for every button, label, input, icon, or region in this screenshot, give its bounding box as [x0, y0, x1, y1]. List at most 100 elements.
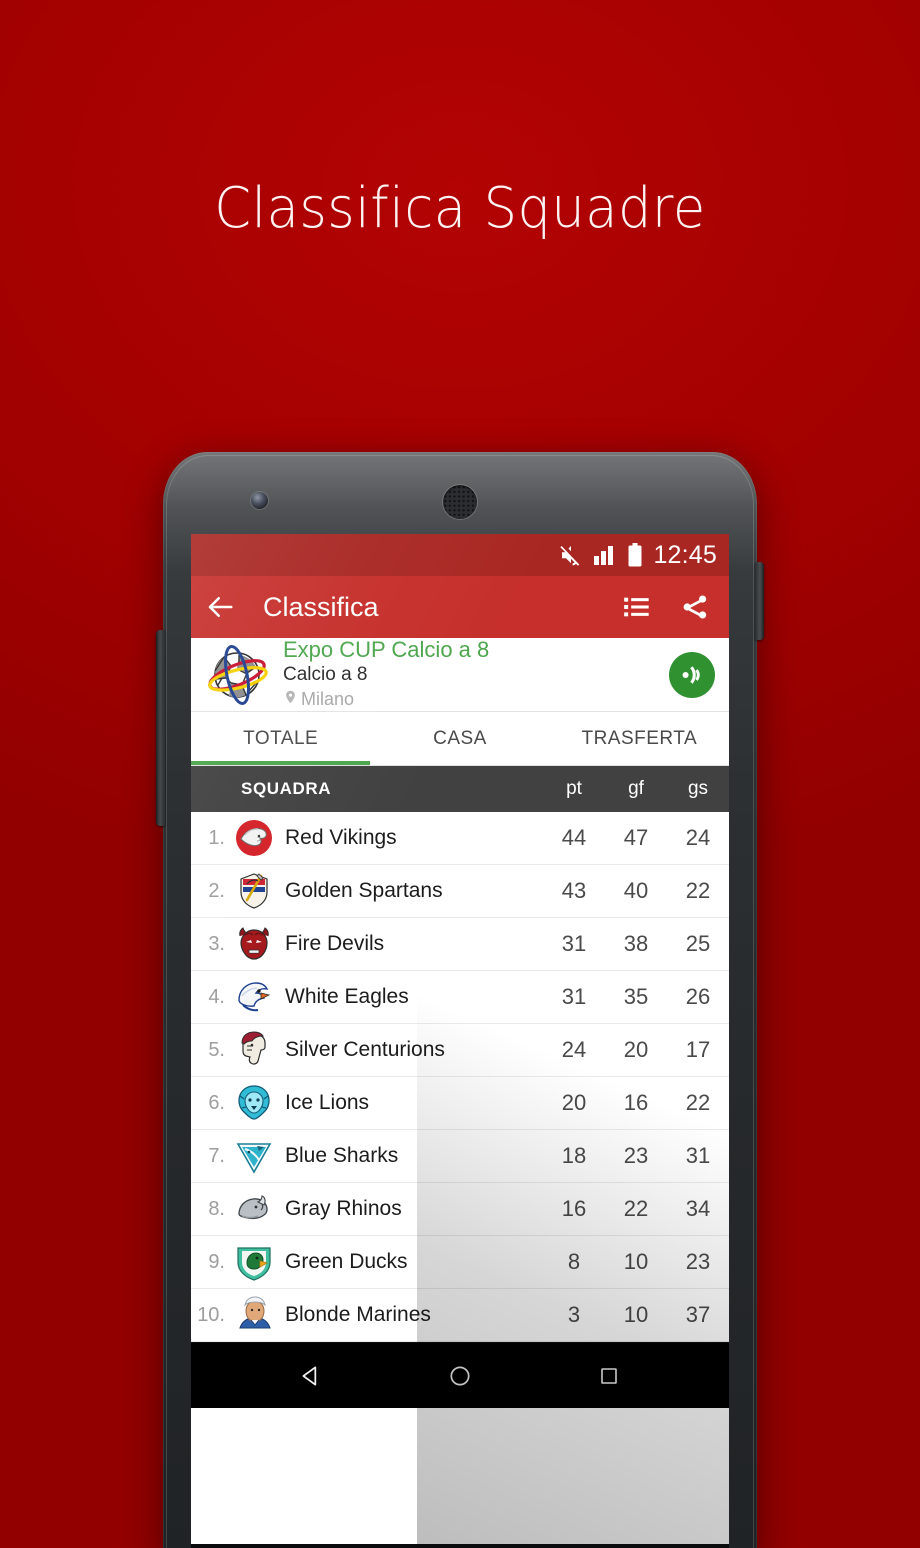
row-team-name: Blonde Marines: [285, 1303, 431, 1326]
row-goals-against: 34: [685, 1196, 711, 1221]
back-arrow-icon[interactable]: [205, 592, 235, 622]
viking-head-logo: [233, 817, 275, 859]
nav-home-icon[interactable]: [430, 1363, 490, 1389]
row-goals-for: 16: [623, 1090, 649, 1115]
status-bar: 12:45: [191, 534, 729, 576]
tab-casa[interactable]: CASA: [370, 712, 549, 765]
table-row[interactable]: 9. Green Ducks 8 10 23: [191, 1236, 729, 1289]
row-team-name: Red Vikings: [285, 826, 397, 849]
table-row[interactable]: 7. Blue Sharks 18 23 31: [191, 1130, 729, 1183]
row-goals-for: 23: [623, 1143, 649, 1168]
duck-head-logo: [233, 1241, 275, 1283]
table-row[interactable]: 3. Fire Devils 31 38 25: [191, 918, 729, 971]
row-points: 24: [561, 1037, 587, 1062]
row-goals-against: 22: [685, 878, 711, 903]
mute-icon: [558, 543, 582, 567]
app-bar-actions: [623, 593, 709, 621]
table-row[interactable]: 10. Blonde Marines 3 10 37: [191, 1289, 729, 1342]
app-bar-title: Classifica: [263, 591, 379, 622]
row-goals-against: 26: [685, 984, 711, 1009]
row-goals-for: 20: [623, 1037, 649, 1062]
standings-tabs: TOTALE CASA TRASFERTA: [191, 712, 729, 766]
nav-back-icon[interactable]: [281, 1363, 341, 1389]
row-goals-against: 24: [685, 825, 711, 850]
devil-head-logo: [233, 923, 275, 965]
league-header[interactable]: Expo CUP Calcio a 8 Calcio a 8 Milano: [191, 638, 729, 712]
row-team-name: Ice Lions: [285, 1091, 370, 1114]
table-row[interactable]: 2. Golden Spartans 43 40 22: [191, 865, 729, 918]
row-goals-for: 38: [623, 931, 649, 956]
android-navigation-bar: [191, 1342, 729, 1408]
app-bar: Classifica: [191, 576, 729, 638]
league-location: Milano: [283, 688, 659, 710]
tab-casa-label: CASA: [433, 727, 487, 749]
marine-sailor-logo: [233, 1294, 275, 1336]
standings-table-header: SQUADRA pt gf gs: [191, 766, 729, 812]
row-goals-against: 23: [685, 1249, 711, 1274]
tab-trasferta[interactable]: TRASFERTA: [550, 712, 729, 765]
broadcast-icon[interactable]: [669, 651, 715, 698]
table-row[interactable]: 8. Gray Rhinos 16 22 34: [191, 1183, 729, 1236]
list-icon[interactable]: [623, 593, 651, 621]
row-rank: 3.: [208, 932, 225, 955]
row-rank: 1.: [208, 826, 225, 849]
row-goals-against: 25: [685, 931, 711, 956]
row-goals-against: 37: [685, 1302, 711, 1327]
row-rank: 2.: [208, 879, 225, 902]
row-rank: 7.: [208, 1144, 225, 1167]
row-rank: 8.: [208, 1197, 225, 1220]
column-goals-against: gs: [687, 778, 709, 799]
row-points: 44: [561, 825, 587, 850]
row-rank: 5.: [208, 1038, 225, 1061]
row-goals-for: 35: [623, 984, 649, 1009]
nav-recents-icon[interactable]: [579, 1364, 639, 1388]
map-pin-icon: [283, 688, 298, 710]
row-points: 18: [561, 1143, 587, 1168]
signal-icon: [593, 545, 617, 565]
column-team: SQUADRA: [241, 779, 332, 798]
row-goals-for: 10: [623, 1249, 649, 1274]
row-points: 31: [561, 984, 587, 1009]
row-goals-against: 22: [685, 1090, 711, 1115]
table-row[interactable]: 5. Silver Centurions 24 20 17: [191, 1024, 729, 1077]
phone-chin: [191, 1544, 729, 1548]
row-rank: 9.: [208, 1250, 225, 1273]
tab-totale[interactable]: TOTALE: [191, 712, 371, 765]
rhino-head-logo: [233, 1188, 275, 1230]
league-location-label: Milano: [301, 688, 355, 709]
volume-rocker-button[interactable]: [156, 630, 165, 826]
row-team-name: White Eagles: [285, 985, 409, 1008]
row-rank: 6.: [208, 1091, 225, 1114]
lion-head-logo: [233, 1082, 275, 1124]
row-points: 43: [561, 878, 587, 903]
phone-device-mockup: 12:45 Classifica Expo CUP Calcio a 8 Cal…: [156, 452, 764, 1548]
table-row[interactable]: 1. Red Vikings 44 47 24: [191, 812, 729, 865]
tab-totale-label: TOTALE: [243, 727, 319, 749]
league-name: Expo CUP Calcio a 8: [283, 637, 490, 663]
tab-trasferta-label: TRASFERTA: [581, 727, 698, 749]
earpiece-speaker-icon: [443, 485, 477, 519]
table-row[interactable]: 4. White Eagles 31 35 26: [191, 971, 729, 1024]
table-row[interactable]: 6. Ice Lions 20 16 22: [191, 1077, 729, 1130]
phone-screen: 12:45 Classifica Expo CUP Calcio a 8 Cal…: [191, 534, 729, 1544]
spartan-sword-logo: [233, 870, 275, 912]
row-team-name: Fire Devils: [285, 932, 385, 955]
row-goals-against: 31: [685, 1143, 711, 1168]
column-points: pt: [566, 778, 582, 799]
battery-icon: [628, 543, 642, 567]
row-points: 3: [567, 1302, 581, 1327]
power-button[interactable]: [755, 562, 764, 640]
row-points: 31: [561, 931, 587, 956]
share-icon[interactable]: [681, 593, 709, 621]
page-title: Classifica Squadre: [214, 176, 706, 241]
row-goals-for: 10: [623, 1302, 649, 1327]
standings-table-body: 1. Red Vikings 44 47 24 2. Golden Spartans 43 40…: [191, 812, 729, 1342]
row-rank: 4.: [208, 985, 225, 1008]
league-info: Expo CUP Calcio a 8 Calcio a 8 Milano: [283, 638, 659, 711]
row-team-name: Silver Centurions: [285, 1038, 445, 1061]
row-team-name: Golden Spartans: [285, 879, 443, 902]
row-team-name: Green Ducks: [285, 1250, 408, 1273]
row-rank: 10.: [197, 1303, 225, 1326]
column-goals-for: gf: [628, 778, 644, 799]
row-goals-for: 40: [623, 878, 649, 903]
